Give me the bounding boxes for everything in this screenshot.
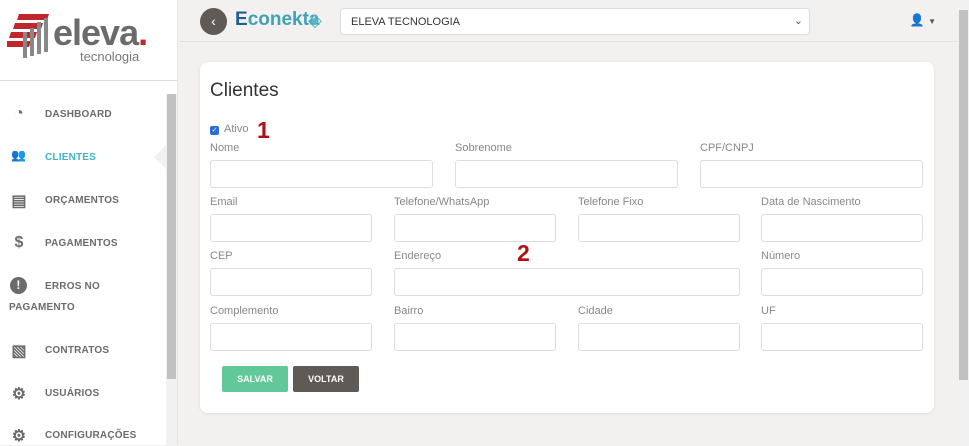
- uf-label: UF: [761, 305, 776, 317]
- telefone-fixo-input[interactable]: [578, 214, 740, 242]
- whatsapp-input[interactable]: [394, 214, 556, 242]
- nascimento-input[interactable]: [761, 214, 923, 242]
- bairro-label: Bairro: [394, 305, 424, 317]
- exclamation-circle-icon: !: [10, 277, 27, 294]
- nascimento-label: Data de Nascimento: [761, 196, 861, 208]
- back-button[interactable]: ‹: [200, 8, 227, 35]
- cep-input[interactable]: [210, 268, 372, 296]
- contract-icon: ▧: [11, 343, 27, 360]
- page-scrollbar[interactable]: [958, 0, 969, 445]
- nome-label: Nome: [210, 142, 240, 154]
- users-icon: 👥: [11, 148, 27, 162]
- cpf-input[interactable]: [700, 160, 923, 188]
- sidebar-scrollbar[interactable]: [166, 94, 177, 445]
- chevron-left-icon: ‹: [211, 13, 216, 29]
- endereco-label: Endereço: [394, 250, 442, 262]
- annotation-1: 1: [257, 117, 270, 143]
- cep-label: CEP: [210, 250, 233, 262]
- hand-dollar-icon: $: [14, 234, 24, 251]
- whatsapp-label: Telefone/WhatsApp: [394, 196, 490, 208]
- active-indicator: [154, 145, 166, 169]
- email-input[interactable]: [210, 214, 372, 242]
- sobrenome-input[interactable]: [455, 160, 678, 188]
- numero-label: Número: [761, 250, 801, 262]
- client-form-card: Clientes ✓ Ativo 1 2 Nome Sobrenome CPF/…: [200, 62, 934, 413]
- dashboard-icon: ◔: [14, 105, 24, 122]
- caret-down-icon: ▼: [928, 17, 936, 26]
- page-title: Clientes: [210, 80, 279, 101]
- annotation-2: 2: [517, 240, 530, 266]
- chevron-down-icon: ⌄: [793, 15, 803, 27]
- ativo-label: Ativo: [224, 123, 249, 135]
- ativo-checkbox[interactable]: ✓: [210, 126, 219, 135]
- telefone-fixo-label: Telefone Fixo: [578, 196, 644, 208]
- cpf-label: CPF/CNPJ: [700, 142, 754, 154]
- logo-bars-icon: [7, 14, 49, 58]
- users-cog-icon: ⚙: [11, 386, 27, 403]
- bairro-input[interactable]: [394, 323, 556, 351]
- econekta-logo: Econekta: [235, 9, 320, 30]
- user-icon: 👤: [909, 13, 925, 27]
- numero-input[interactable]: [761, 268, 923, 296]
- company-select[interactable]: ELEVA TECNOLOGIA ⌄: [340, 8, 810, 35]
- cidade-label: Cidade: [578, 305, 613, 317]
- complemento-label: Complemento: [210, 305, 279, 317]
- complemento-input[interactable]: [210, 323, 372, 351]
- endereco-input[interactable]: [394, 268, 740, 296]
- logo: eleva. tecnologia: [0, 0, 177, 81]
- receipt-icon: ▤: [11, 193, 27, 210]
- econekta-logo-icon: ◈: [308, 10, 322, 30]
- uf-input[interactable]: [761, 323, 923, 351]
- header: ‹ Econekta ◈ ELEVA TECNOLOGIA ⌄ 👤 ▼: [179, 0, 958, 42]
- nome-input[interactable]: [210, 160, 433, 188]
- gear-icon: ⚙: [11, 428, 27, 445]
- email-label: Email: [210, 196, 238, 208]
- sidebar: eleva. tecnologia ◔ DASHBOARD 👥 CLIENTES ▤…: [0, 0, 178, 445]
- sobrenome-label: Sobrenome: [455, 142, 512, 154]
- user-menu[interactable]: 👤 ▼: [910, 13, 936, 27]
- cidade-input[interactable]: [578, 323, 740, 351]
- back-form-button[interactable]: VOLTAR: [293, 366, 359, 392]
- save-button[interactable]: SALVAR: [222, 366, 288, 392]
